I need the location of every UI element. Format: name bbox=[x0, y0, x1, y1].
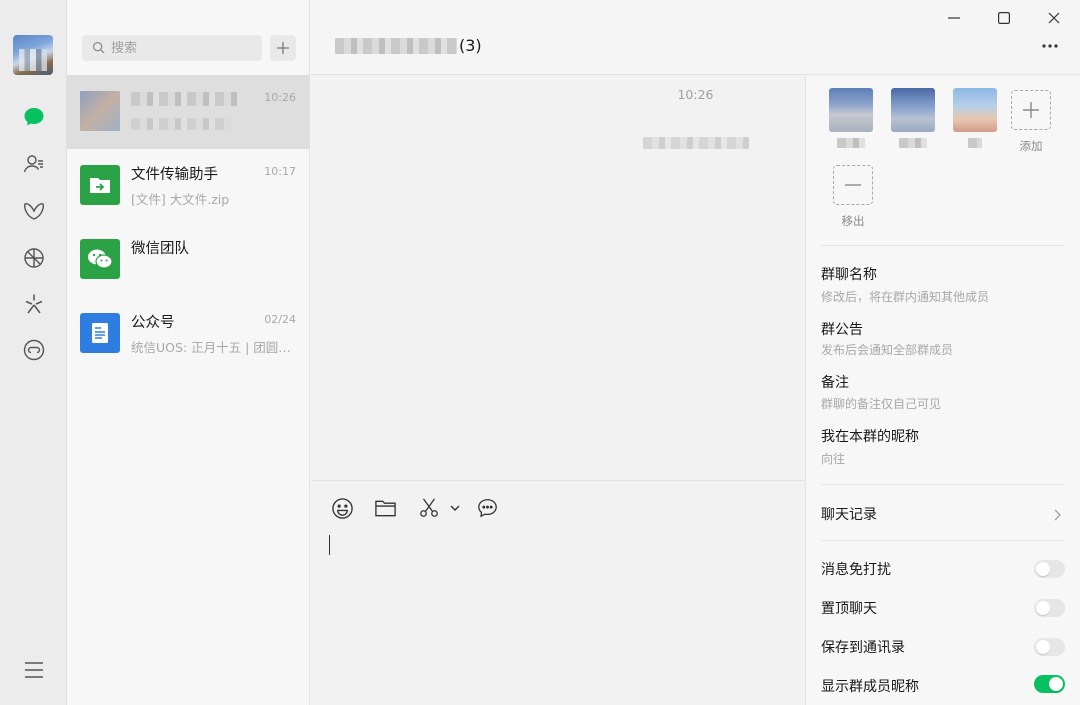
add-chat-button[interactable] bbox=[270, 35, 296, 61]
more-options-icon[interactable] bbox=[1039, 36, 1061, 56]
chat-name-blurred bbox=[131, 92, 241, 106]
chat-history-bubble-icon[interactable] bbox=[475, 496, 499, 520]
save-to-contacts-toggle[interactable] bbox=[1034, 638, 1065, 656]
search-icon bbox=[92, 39, 105, 58]
member-avatar-image bbox=[891, 88, 935, 132]
member-avatar-image bbox=[953, 88, 997, 132]
screenshot-scissors-icon[interactable] bbox=[417, 496, 441, 520]
group-name-title[interactable]: 群聊名称 bbox=[821, 264, 877, 284]
channels-icon[interactable] bbox=[21, 291, 47, 317]
remove-member-button[interactable]: 移出 bbox=[828, 165, 878, 229]
chat-icon[interactable] bbox=[21, 104, 47, 130]
remark-title[interactable]: 备注 bbox=[821, 372, 849, 392]
system-message-blurred bbox=[643, 137, 749, 149]
minus-icon bbox=[833, 165, 873, 205]
save-to-contacts-label: 保存到通讯录 bbox=[821, 640, 905, 656]
divider bbox=[821, 245, 1064, 246]
user-avatar[interactable] bbox=[13, 35, 53, 75]
emoji-icon[interactable] bbox=[330, 496, 354, 520]
add-member-label: 添加 bbox=[1019, 139, 1043, 153]
conversation-pane: (3) 10:26 bbox=[311, 0, 1080, 705]
group-info-panel: 添加 移出 群聊名称 修改后，将在群内通知其他成员 群公告 发布后会通知全部群成… bbox=[805, 75, 1080, 705]
folder-icon[interactable] bbox=[373, 496, 397, 520]
contacts-icon[interactable] bbox=[21, 151, 47, 177]
maximize-icon[interactable] bbox=[991, 8, 1017, 28]
close-icon[interactable] bbox=[1041, 8, 1067, 28]
mute-notifications-toggle[interactable] bbox=[1034, 560, 1065, 578]
conversation-title[interactable]: (3) bbox=[335, 36, 482, 55]
member-name-blurred bbox=[837, 138, 865, 148]
plus-icon bbox=[1011, 90, 1051, 130]
text-caret bbox=[329, 535, 330, 555]
chat-time: 10:26 bbox=[264, 91, 296, 104]
conversation-title-blurred bbox=[335, 37, 457, 54]
chat-name: 文件传输助手 bbox=[131, 167, 218, 183]
group-name-hint: 修改后，将在群内通知其他成员 bbox=[821, 290, 990, 304]
divider bbox=[821, 540, 1064, 541]
chat-item-official-accounts[interactable]: 公众号 02/24 统信UOS: 正月十五 | 团圆… bbox=[67, 297, 310, 371]
chat-history-row[interactable]: 聊天记录 bbox=[821, 504, 877, 524]
chat-last-message: 统信UOS: 正月十五 | 团圆… bbox=[131, 340, 291, 355]
chat-list-pane: 10:26 文件传输助手 10:17 [文件] 大文件.zip 微信团队 公众号… bbox=[67, 0, 310, 705]
chat-item-group[interactable]: 10:26 bbox=[67, 75, 310, 149]
group-announcement-hint: 发布后会通知全部群成员 bbox=[821, 343, 954, 357]
show-member-nicknames-toggle[interactable] bbox=[1034, 675, 1065, 693]
member-count: (3) bbox=[459, 36, 482, 55]
chat-name: 公众号 bbox=[131, 315, 175, 331]
my-group-nickname-value: 向往 bbox=[821, 452, 846, 466]
message-input-area[interactable] bbox=[311, 480, 805, 705]
mute-notifications-label: 消息免打扰 bbox=[821, 562, 891, 578]
mini-programs-icon[interactable] bbox=[21, 337, 47, 363]
file-transfer-icon bbox=[80, 165, 120, 205]
nav-rail bbox=[0, 0, 67, 705]
chat-item-file-transfer[interactable]: 文件传输助手 10:17 [文件] 大文件.zip bbox=[67, 149, 310, 223]
member-avatar-image bbox=[829, 88, 873, 132]
member-avatar-1[interactable] bbox=[826, 88, 876, 148]
member-name-blurred bbox=[899, 138, 927, 148]
show-member-nicknames-label: 显示群成员昵称 bbox=[821, 679, 919, 695]
search-box[interactable] bbox=[82, 35, 262, 61]
search-input[interactable] bbox=[111, 40, 251, 56]
chat-avatar bbox=[80, 91, 120, 131]
divider bbox=[821, 484, 1064, 485]
official-accounts-icon bbox=[80, 313, 120, 353]
chat-message-blurred bbox=[131, 118, 231, 130]
pin-chat-label: 置顶聊天 bbox=[821, 601, 877, 617]
chevron-right-icon[interactable] bbox=[1054, 506, 1061, 525]
member-avatar-2[interactable] bbox=[888, 88, 938, 148]
my-group-nickname-title[interactable]: 我在本群的昵称 bbox=[821, 426, 919, 446]
remove-member-label: 移出 bbox=[841, 214, 865, 228]
group-announcement-title[interactable]: 群公告 bbox=[821, 319, 863, 339]
member-avatar-3[interactable] bbox=[950, 88, 1000, 148]
moments-icon[interactable] bbox=[21, 245, 47, 271]
minimize-icon[interactable] bbox=[941, 8, 967, 28]
chat-name: 微信团队 bbox=[131, 241, 189, 257]
member-name-blurred bbox=[968, 138, 982, 148]
remark-hint: 群聊的备注仅自己可见 bbox=[821, 397, 942, 411]
pin-chat-toggle[interactable] bbox=[1034, 599, 1065, 617]
favorites-icon[interactable] bbox=[21, 198, 47, 224]
chat-time: 10:17 bbox=[264, 165, 296, 178]
wechat-logo-icon bbox=[80, 239, 120, 279]
chat-last-message: [文件] 大文件.zip bbox=[131, 192, 230, 207]
add-member-button[interactable]: 添加 bbox=[1006, 90, 1056, 154]
chat-time: 02/24 bbox=[264, 313, 296, 326]
chevron-down-icon[interactable] bbox=[447, 496, 463, 520]
chat-item-wechat-team[interactable]: 微信团队 bbox=[67, 223, 310, 297]
menu-icon[interactable] bbox=[21, 657, 47, 683]
